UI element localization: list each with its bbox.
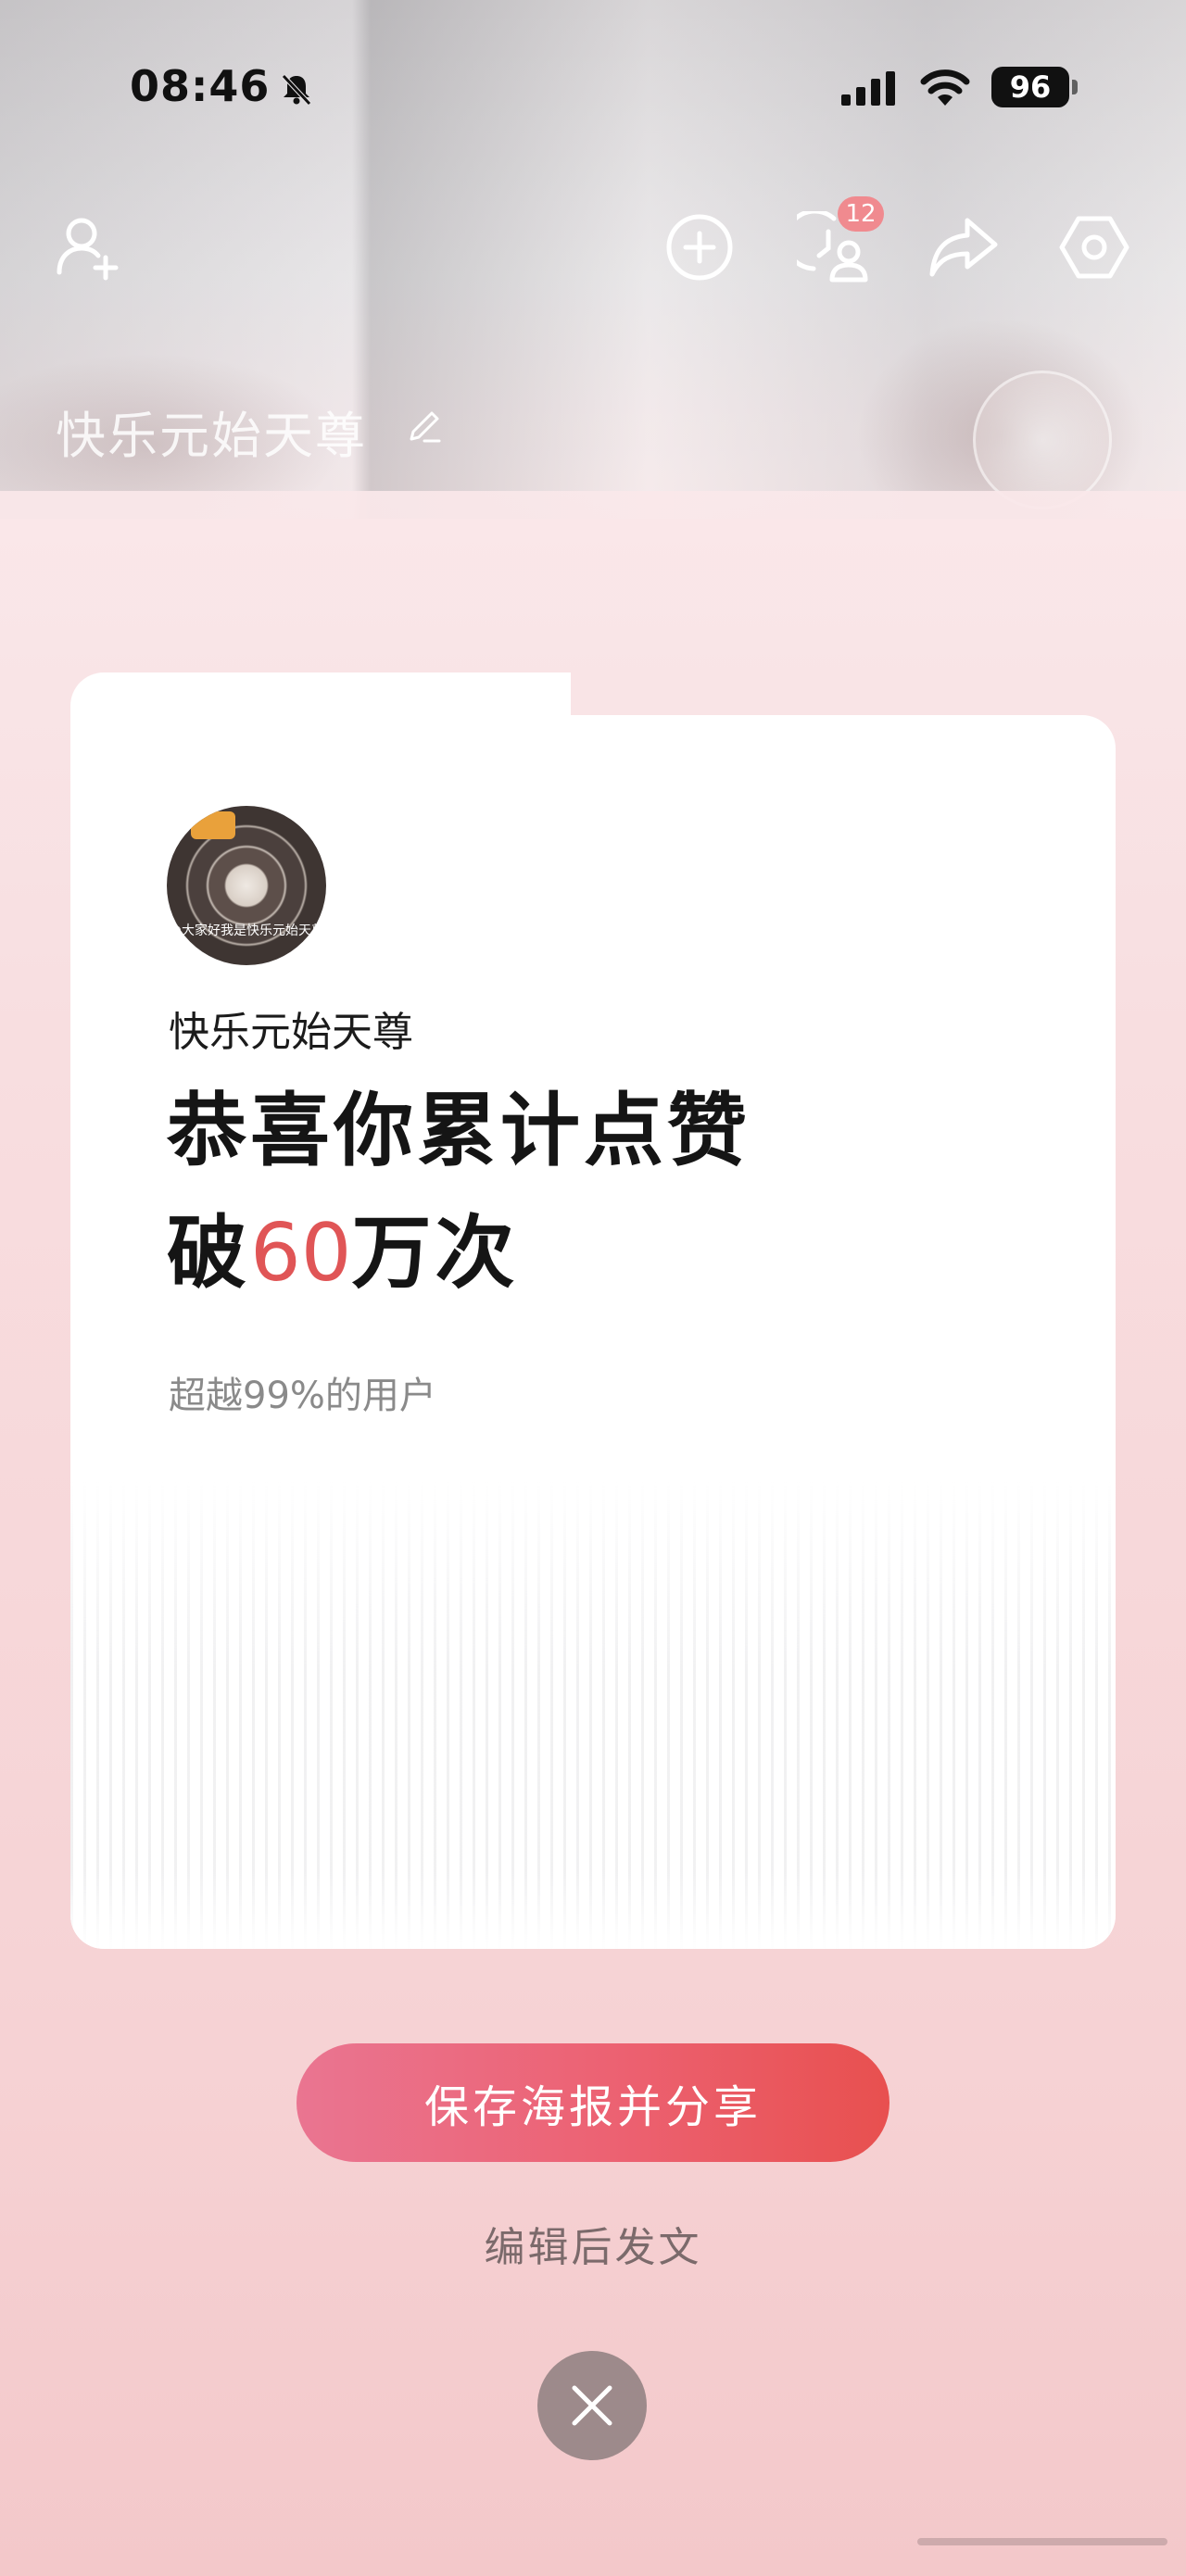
congrats-title: 恭喜你累计点赞 (167, 1085, 751, 1177)
settings-icon[interactable] (1058, 211, 1130, 283)
likes-milestone: 破60万次 (167, 1187, 518, 1303)
battery-indicator: 96 (991, 67, 1069, 107)
card-decor-stripes (70, 1482, 1116, 1949)
profile-username: 快乐元始天尊 (56, 407, 367, 465)
save-button-label: 保存海报并分享 (423, 2081, 762, 2133)
milestone-suffix: 万次 (351, 1207, 519, 1300)
percentile-text: 超越99%的用户 (169, 1375, 436, 1417)
card-tab-slope (500, 672, 584, 717)
bell-muted-icon (282, 74, 311, 106)
status-time: 08:46 (130, 61, 271, 111)
plus-circle-icon[interactable] (663, 211, 736, 283)
add-friend-icon[interactable] (52, 211, 124, 283)
close-button[interactable] (537, 2351, 647, 2460)
home-indicator (917, 2538, 1167, 2545)
card-username: 快乐元始天尊 (169, 1009, 413, 1056)
avatar-decoration (191, 811, 235, 839)
save-poster-share-button[interactable]: 保存海报并分享 (296, 2043, 890, 2162)
avatar: @大家好我是快乐元始天尊 (167, 806, 326, 965)
close-icon (572, 2385, 612, 2426)
notification-badge: 12 (838, 196, 884, 232)
profile-avatar[interactable] (973, 371, 1112, 509)
milestone-prefix: 破 (167, 1207, 250, 1300)
wifi-icon (920, 69, 970, 106)
signal-icon (841, 71, 895, 106)
milestone-number: 60 (250, 1207, 352, 1300)
edit-icon[interactable] (404, 406, 445, 446)
avatar-caption: @大家好我是快乐元始天尊 (169, 924, 324, 938)
edit-then-post-link[interactable]: 编辑后发文 (408, 2214, 778, 2273)
battery-tip (1072, 80, 1078, 94)
share-icon[interactable] (928, 211, 1001, 283)
